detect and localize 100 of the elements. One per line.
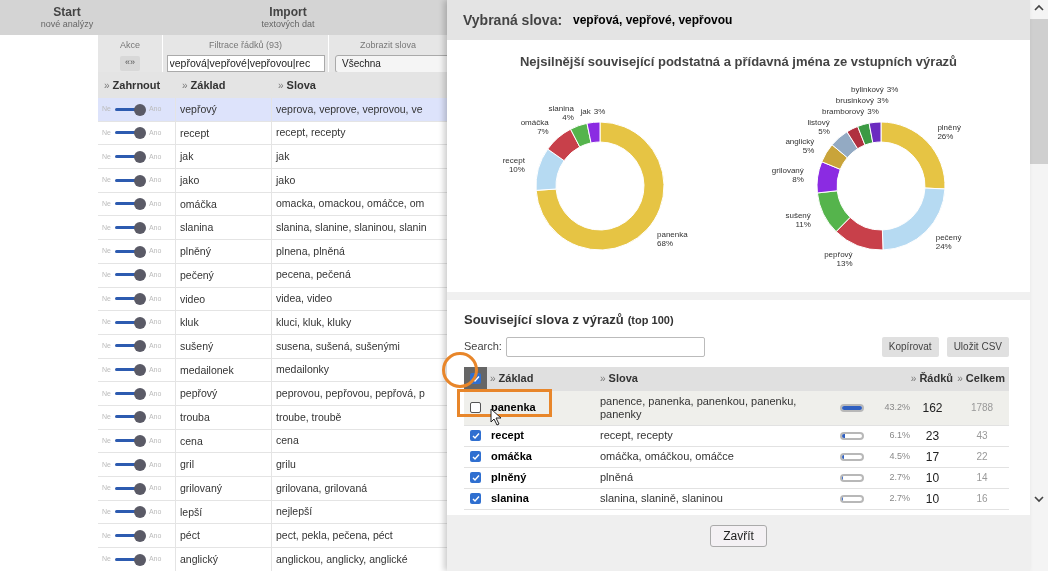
column-header[interactable]: » Celkem: [957, 370, 1009, 387]
section-note: (top 100): [627, 313, 674, 328]
nav-tab[interactable]: Start nové analýzy: [0, 0, 134, 35]
word-forms: grilu: [275, 456, 297, 472]
selected-words: vepřová, vepřové, vepřovou: [573, 12, 733, 29]
include-toggle[interactable]: [113, 316, 146, 329]
checkbox[interactable]: [470, 402, 481, 413]
include-toggle[interactable]: [113, 506, 146, 519]
include-toggle[interactable]: [113, 553, 146, 566]
word-forms: troube, troubě: [275, 409, 343, 425]
base-word: video: [176, 287, 272, 311]
include-toggle[interactable]: [113, 529, 146, 542]
slice-label: jak 3%: [580, 106, 606, 116]
include-toggle[interactable]: [113, 103, 146, 116]
slice-label: sušený 11%: [785, 210, 811, 229]
filter-field[interactable]: vepřová|vepřové|vepřovou|rec: [166, 54, 325, 72]
include-toggle[interactable]: [113, 411, 146, 424]
word-forms: kluci, kluk, kluky: [275, 314, 353, 330]
row-count: 10: [925, 469, 940, 487]
scrollbar[interactable]: [1030, 0, 1048, 571]
action-button[interactable]: Kopírovat: [881, 336, 939, 357]
checkbox[interactable]: [470, 451, 481, 462]
search-field[interactable]: [505, 336, 705, 357]
include-toggle[interactable]: [113, 482, 146, 495]
checkbox[interactable]: [470, 493, 481, 504]
slice-label: pečený 24%: [935, 232, 962, 251]
base-word: gril: [176, 453, 272, 477]
include-toggle[interactable]: [113, 174, 146, 187]
slice-label: plněný 26%: [937, 122, 961, 141]
section-title: Související slova z výrazů: [464, 311, 624, 329]
include-toggle[interactable]: [113, 127, 146, 140]
share-percent: 2.7%: [889, 470, 910, 484]
base-word: vepřový: [176, 98, 272, 121]
filter-label: Filtrace řádků (93): [209, 39, 282, 52]
checkbox[interactable]: [470, 430, 481, 441]
include-toggle[interactable]: [113, 458, 146, 471]
slice-label: panenka 68%: [657, 229, 688, 248]
column-header[interactable]: » Základ: [487, 370, 597, 387]
base-word: medailonek: [176, 358, 272, 382]
include-toggle[interactable]: [113, 387, 146, 400]
checkbox[interactable]: [470, 373, 481, 384]
word-forms: panence, panenka, panenkou, panenku, panenky: [599, 394, 798, 421]
base-word: omáčka: [176, 192, 272, 216]
column-header[interactable]: » Zahrnout: [98, 76, 176, 94]
word-forms: slanina, slanině, slaninou: [599, 492, 724, 505]
scroll-down-icon[interactable]: [1034, 496, 1044, 503]
word-forms: plněná: [599, 471, 635, 484]
base-word: trouba: [176, 405, 272, 429]
base-word: sušený: [176, 334, 272, 358]
include-toggle[interactable]: [113, 340, 146, 353]
word-forms: veprova, veprove, veprovou, ve: [275, 101, 424, 117]
share-percent: 4.5%: [889, 449, 910, 463]
include-toggle[interactable]: [113, 245, 146, 258]
word-forms: slanina, slanine, slaninou, slanin: [275, 220, 428, 236]
show-words-dropdown[interactable]: Všechna: [335, 54, 447, 72]
column-header[interactable]: » Základ: [176, 76, 272, 94]
slice-label: recept 10%: [502, 155, 525, 174]
column-header[interactable]: » Slova: [597, 370, 910, 387]
word-forms: medailonky: [275, 362, 331, 378]
scroll-up-icon[interactable]: [1034, 4, 1044, 11]
column-header[interactable]: » Slova: [272, 76, 447, 94]
base-word: plněný: [176, 240, 272, 264]
slice-label: omáčka 7%: [520, 117, 549, 136]
show-words-label: Zobrazit slova: [360, 39, 416, 52]
word-forms: recept, recepty: [275, 125, 347, 141]
include-toggle[interactable]: [113, 198, 146, 211]
selected-words-label: Vybraná slova:: [463, 10, 564, 30]
action-button[interactable]: Uložit CSV: [946, 336, 1009, 357]
base-word: pečený: [176, 263, 272, 287]
slice-label: grilovaný 8%: [771, 165, 804, 184]
include-toggle[interactable]: [113, 435, 146, 448]
scrollbar-thumb[interactable]: [1030, 19, 1048, 164]
total-count: 16: [976, 492, 988, 506]
include-toggle[interactable]: [113, 269, 146, 282]
slice-label: brusinkový 3%: [835, 95, 889, 105]
include-toggle[interactable]: [113, 150, 146, 163]
table-row[interactable]: panenka panence, panenka, panenkou, panenku, panenky 43.2% 162 1788: [464, 390, 1009, 426]
slice-label: pepřový 13%: [824, 249, 853, 268]
checkbox[interactable]: [470, 472, 481, 483]
word-forms: pect, pekla, pečena, péct: [275, 528, 394, 543]
word-forms: omacka, omackou, omáčce, om: [275, 196, 426, 212]
word-forms: nejlepší: [275, 504, 314, 520]
total-count: 22: [976, 450, 988, 464]
toggle-columns-button[interactable]: «»: [120, 55, 140, 71]
search-label: Search:: [464, 339, 502, 355]
include-toggle[interactable]: [113, 364, 146, 377]
include-toggle[interactable]: [113, 293, 146, 305]
word-forms: susena, sušená, sušenými: [275, 338, 401, 354]
total-count: 43: [976, 429, 988, 443]
base-word: cena: [176, 429, 272, 453]
word-forms: jako: [274, 172, 297, 188]
base-word: péct: [176, 524, 272, 548]
include-toggle[interactable]: [113, 221, 146, 234]
close-button[interactable]: Zavřít: [710, 525, 767, 547]
nav-tab[interactable]: Import textových dat: [134, 0, 442, 35]
base-word: kluk: [176, 311, 272, 335]
column-header[interactable]: » Řádků: [910, 370, 955, 387]
base-word: anglický: [176, 548, 272, 571]
word-forms: omáčka, omáčkou, omáčce: [599, 450, 735, 463]
word-forms: jak: [274, 149, 291, 164]
